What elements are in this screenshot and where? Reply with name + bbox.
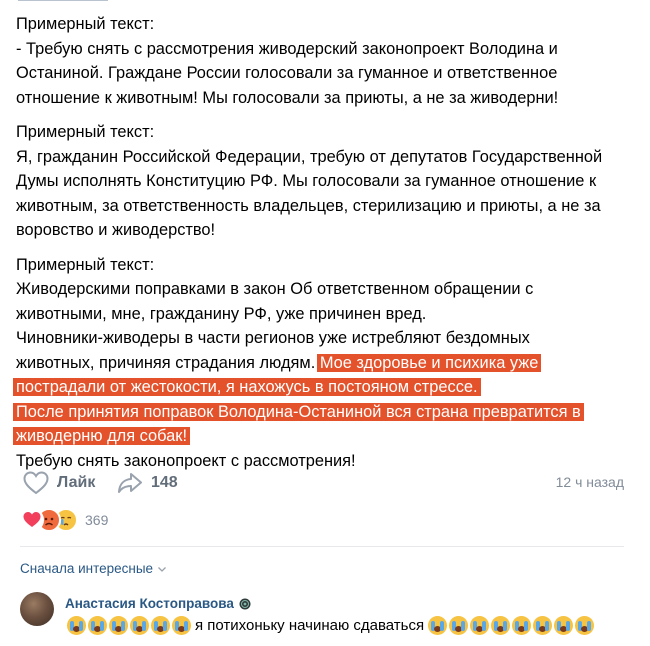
- post-text-segment: Думы исполнять Конституцию РФ. Мы голосо…: [16, 172, 597, 190]
- post-text-segment: Живодерскими поправками в закон Об ответ…: [16, 280, 534, 298]
- crying-emoji-icon: [449, 616, 469, 635]
- comment-text: я потихоньку начинаю сдаваться: [67, 616, 596, 635]
- crying-emoji-icon: [109, 616, 128, 635]
- post-text-line: Примерный текст:: [16, 120, 626, 145]
- comment-emoji-group-before: [67, 616, 193, 635]
- crying-emoji-icon: [172, 616, 191, 635]
- post-text-line: живодерню для собак!: [13, 424, 626, 449]
- post-text-line: Примерный текст:: [16, 253, 626, 278]
- crying-emoji-icon: [491, 616, 511, 635]
- post-text-segment: - Требую снять с рассмотрения живодерски…: [16, 39, 558, 58]
- post-text: Примерный текст: - Требую снять с рассмот…: [13, 12, 626, 483]
- post-text-line: Думы исполнять Конституцию РФ. Мы голосо…: [16, 169, 626, 194]
- post-text-line: Живодерскими поправками в закон Об ответ…: [16, 277, 626, 302]
- post-paragraph: Примерный текст: Я, гражданин Российской …: [16, 120, 626, 243]
- post-text-line: Чиновники-живодеры в части регионов уже …: [16, 326, 626, 351]
- like-button[interactable]: Лайк: [22, 468, 95, 498]
- share-button[interactable]: 148: [116, 468, 178, 498]
- post-text-segment: воровство и живодерство!: [16, 221, 216, 239]
- post-paragraph: Примерный текст: - Требую снять с рассмот…: [16, 12, 626, 110]
- post-text-line: Останиной. Граждане России голосовали за…: [16, 61, 626, 86]
- comments-sort-label: Сначала интересные: [20, 561, 154, 576]
- like-label: Лайк: [57, 474, 96, 491]
- share-arrow-icon: [118, 473, 142, 493]
- reactions-count: 369: [85, 512, 109, 528]
- post-paragraph: Примерный текст: Живодерскими поправками …: [13, 253, 626, 474]
- crying-emoji-icon: [428, 616, 448, 635]
- post-text-line: После принятия поправок Володина-Останин…: [13, 400, 626, 425]
- post-text-line: Примерный текст:: [16, 12, 626, 37]
- comments-divider: [20, 546, 624, 547]
- post-text-line: - Требую снять с рассмотрения живодерски…: [16, 37, 626, 62]
- post-text-segment: животных, причиняя страдания людям.: [16, 353, 320, 372]
- post-text-line: животными, мне, гражданину РФ, уже причи…: [16, 302, 626, 327]
- top-divider: [18, 0, 108, 1]
- post-text-line: животных, причиняя страдания людям. Мое …: [16, 351, 626, 376]
- crying-emoji-icon: [130, 616, 149, 635]
- heart-icon: [23, 471, 49, 495]
- comment-body: я потихоньку начинаю сдаваться: [195, 617, 425, 634]
- post-text-segment: животным, за ответственность владельцев,…: [16, 196, 601, 215]
- post-text-segment: Чиновники-живодеры в части регионов уже …: [16, 329, 530, 347]
- post-text-segment: животными, мне, гражданину РФ, уже причи…: [16, 304, 427, 323]
- status-badge-icon: [239, 598, 251, 609]
- share-count: 148: [151, 474, 178, 491]
- post-text-segment: Требую снять законопроект с рассмотрения…: [16, 451, 356, 470]
- highlighted-text: Мое здоровье и психика уже: [316, 353, 542, 372]
- heart-reaction-icon: [20, 508, 44, 532]
- highlighted-text: живодерню для собак!: [13, 427, 190, 445]
- post-text-segment: отношение к животным! Мы голосовали за п…: [16, 88, 559, 107]
- crying-emoji-icon: [470, 616, 490, 635]
- post-text-segment: Останиной. Граждане России голосовали за…: [16, 64, 558, 82]
- chevron-down-icon: [158, 566, 167, 572]
- post-text-segment: Примерный текст:: [16, 123, 155, 141]
- crying-emoji-icon: [512, 616, 532, 635]
- reactions-summary[interactable]: 369: [20, 508, 108, 532]
- comments-sort-dropdown[interactable]: Сначала интересные: [20, 561, 167, 576]
- highlighted-text: пострадали от жестокости, я нахожусь в п…: [13, 378, 481, 396]
- crying-emoji-icon: [151, 616, 170, 635]
- post-text-line: пострадали от жестокости, я нахожусь в п…: [13, 375, 626, 400]
- post-text-segment: Примерный текст:: [16, 255, 155, 274]
- post-text-segment: Примерный текст:: [16, 15, 155, 33]
- crying-emoji-icon: [575, 616, 595, 635]
- comment-author-name: Анастасия Костоправова: [65, 596, 234, 611]
- post-timestamp[interactable]: 12 ч назад: [556, 474, 624, 490]
- crying-emoji-icon: [88, 616, 107, 635]
- post-text-segment: Я, гражданин Российской Федерации, требу…: [16, 147, 603, 166]
- crying-emoji-icon: [554, 616, 574, 635]
- avatar[interactable]: [20, 592, 54, 626]
- post-text-line: воровство и живодерство!: [16, 218, 626, 243]
- crying-emoji-icon: [67, 616, 86, 635]
- comment-emoji-group-after: [428, 616, 596, 635]
- post-actions-bar: Лайк 148 12 ч назад: [20, 468, 624, 498]
- comment-item: Анастасия Костоправова я потихоньку начи…: [20, 590, 630, 646]
- crying-emoji-icon: [533, 616, 553, 635]
- highlighted-text: После принятия поправок Володина-Останин…: [13, 402, 584, 421]
- post-text-line: отношение к животным! Мы голосовали за п…: [16, 86, 626, 111]
- post-text-line: Я, гражданин Российской Федерации, требу…: [16, 145, 626, 170]
- comment-author[interactable]: Анастасия Костоправова: [65, 596, 251, 611]
- post-text-line: животным, за ответственность владельцев,…: [16, 194, 626, 219]
